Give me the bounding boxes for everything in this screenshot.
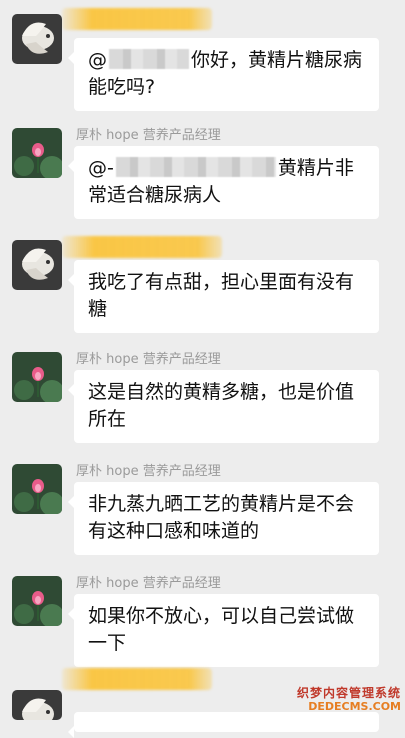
message-text: 这是自然的黄精多糖，也是价值所在	[88, 381, 355, 430]
watermark: 织梦内容管理系统 DEDECMS.COM	[297, 686, 401, 714]
redacted-mention	[115, 157, 276, 177]
sender-name: 厚朴 hope 营养产品经理	[76, 464, 221, 479]
mention-at: @	[88, 49, 107, 71]
manager-avatar[interactable]	[12, 128, 62, 178]
redacted-mention	[109, 49, 189, 69]
message-bubble: 非九蒸九晒工艺的黄精片是不会有这种口感和味道的	[68, 482, 379, 555]
message-bubble: @- 黄精片非常适合糖尿病人	[68, 146, 379, 219]
redacted-sender-name	[62, 8, 212, 30]
watermark-line2: DEDECMS.COM	[308, 700, 401, 713]
message-bubble: 我吃了有点甜，担心里面有没有糖	[68, 260, 379, 333]
sender-name: 厚朴 hope 营养产品经理	[76, 128, 221, 143]
redacted-sender-name	[62, 668, 212, 690]
lotus-avatar-icon	[12, 128, 62, 178]
user-avatar[interactable]	[12, 240, 62, 290]
watermark-line1: 织梦内容管理系统	[296, 686, 401, 700]
message-bubble: @ 你好，黄精片糖尿病能吃吗?	[68, 38, 379, 111]
message-bubble	[68, 712, 379, 738]
user-avatar[interactable]	[12, 14, 62, 64]
message-text: 如果你不放心，可以自己尝试做一下	[88, 605, 355, 654]
manager-avatar[interactable]	[12, 464, 62, 514]
message-text: 非九蒸九晒工艺的黄精片是不会有这种口感和味道的	[88, 493, 355, 542]
user-avatar[interactable]	[12, 690, 62, 720]
lotus-avatar-icon	[12, 464, 62, 514]
redacted-sender-name	[62, 236, 222, 258]
fish-avatar-icon	[12, 14, 62, 64]
lotus-avatar-icon	[12, 352, 62, 402]
sender-name: 厚朴 hope 营养产品经理	[76, 352, 221, 367]
message-text: 我吃了有点甜，担心里面有没有糖	[88, 271, 355, 320]
fish-avatar-icon	[12, 240, 62, 290]
manager-avatar[interactable]	[12, 352, 62, 402]
fish-avatar-icon	[12, 690, 62, 720]
lotus-avatar-icon	[12, 576, 62, 626]
mention-at: @-	[88, 157, 114, 179]
manager-avatar[interactable]	[12, 576, 62, 626]
message-bubble: 这是自然的黄精多糖，也是价值所在	[68, 370, 379, 443]
message-bubble: 如果你不放心，可以自己尝试做一下	[68, 594, 379, 667]
sender-name: 厚朴 hope 营养产品经理	[76, 576, 221, 591]
